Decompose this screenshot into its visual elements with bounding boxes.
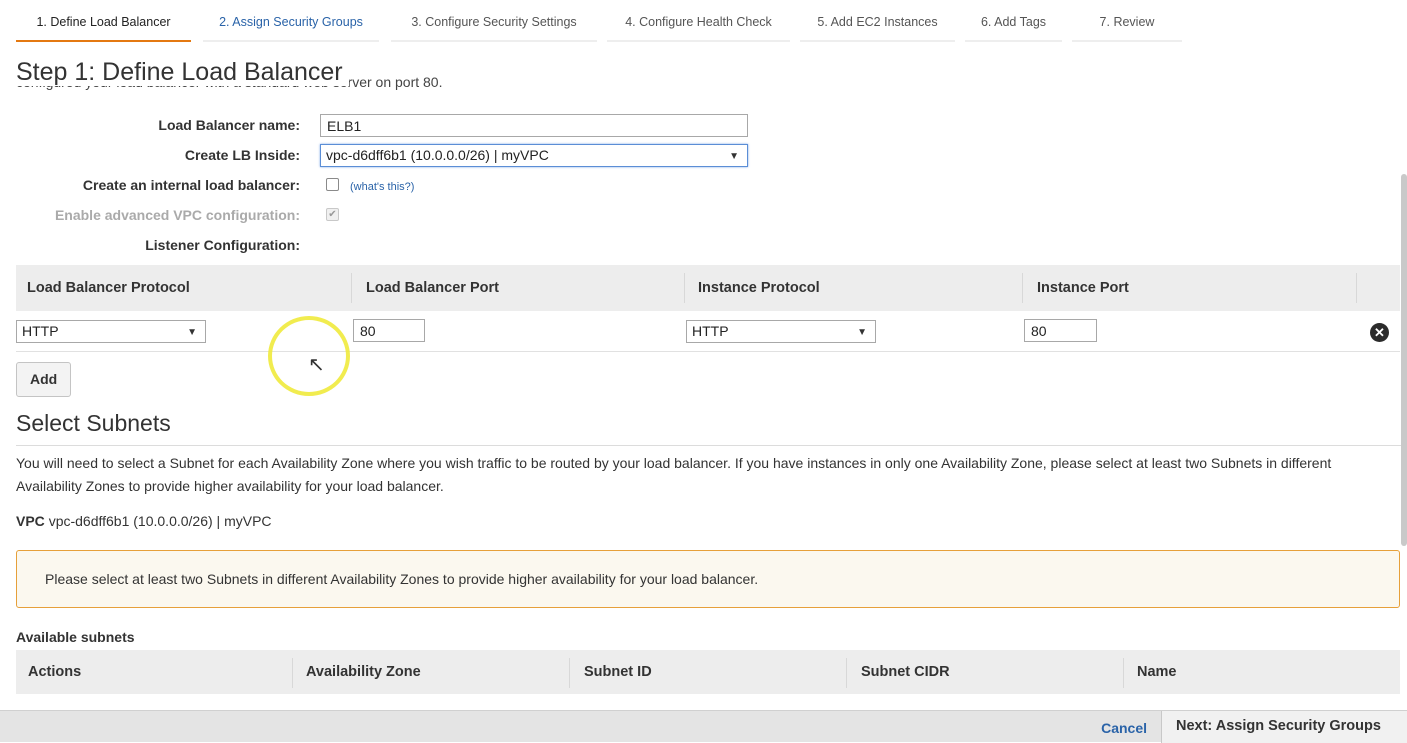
lb-name-label: Load Balancer name: bbox=[158, 117, 300, 133]
close-circle-icon[interactable]: ✕ bbox=[1370, 323, 1389, 342]
col-lb-port: Load Balancer Port bbox=[366, 280, 499, 296]
internal-lb-checkbox[interactable] bbox=[326, 178, 339, 191]
lb-protocol-value: HTTP bbox=[22, 323, 59, 339]
col-instance-protocol: Instance Protocol bbox=[698, 280, 820, 296]
col-lb-protocol: Load Balancer Protocol bbox=[27, 280, 190, 296]
instance-port-input[interactable] bbox=[1024, 319, 1097, 342]
lb-name-input[interactable] bbox=[320, 114, 748, 137]
listener-table-header: Load Balancer Protocol Load Balancer Por… bbox=[16, 265, 1400, 311]
advanced-vpc-checkbox: ✔ bbox=[326, 208, 339, 221]
column-divider bbox=[292, 658, 293, 688]
subnets-description: You will need to select a Subnet for eac… bbox=[16, 455, 1332, 494]
wizard-step-add-tags[interactable]: 6. Add Tags bbox=[965, 0, 1062, 42]
chevron-down-icon: ▼ bbox=[187, 327, 197, 338]
column-divider bbox=[684, 273, 685, 303]
wizard-footer: Cancel Next: Assign Security Groups bbox=[0, 710, 1407, 743]
next-assign-security-groups-button[interactable]: Next: Assign Security Groups bbox=[1161, 711, 1407, 743]
advanced-vpc-label: Enable advanced VPC configuration: bbox=[54, 207, 300, 223]
column-divider bbox=[351, 273, 352, 303]
chevron-down-icon: ▼ bbox=[729, 151, 739, 162]
col-subnet-cidr[interactable]: Subnet CIDR bbox=[861, 650, 950, 694]
subnet-warning-alert: Please select at least two Subnets in di… bbox=[16, 550, 1400, 608]
column-divider bbox=[846, 658, 847, 688]
create-lb-inside-label: Create LB Inside: bbox=[184, 147, 300, 163]
column-divider bbox=[1123, 658, 1124, 688]
col-actions: Actions bbox=[28, 664, 82, 680]
listener-config-label: Listener Configuration: bbox=[145, 237, 300, 253]
vpc-select[interactable]: vpc-d6dff6b1 (10.0.0.0/26) | myVPC ▼ bbox=[320, 144, 748, 167]
internal-lb-label: Create an internal load balancer: bbox=[82, 177, 300, 193]
vpc-info: VPC vpc-d6dff6b1 (10.0.0.0/26) | myVPC bbox=[16, 513, 272, 529]
page-title: Step 1: Define Load Balancer bbox=[16, 58, 349, 86]
select-subnets-title: Select Subnets bbox=[16, 410, 171, 436]
divider bbox=[16, 445, 1407, 446]
col-availability-zone[interactable]: Availability Zone bbox=[306, 650, 421, 694]
wizard-step-assign-security-groups[interactable]: 2. Assign Security Groups bbox=[203, 0, 379, 42]
checkmark-icon: ✔ bbox=[328, 209, 337, 220]
column-divider bbox=[1356, 273, 1357, 303]
lb-port-input[interactable] bbox=[353, 319, 425, 342]
col-subnet-id[interactable]: Subnet ID bbox=[584, 650, 652, 694]
vpc-select-value: vpc-d6dff6b1 (10.0.0.0/26) | myVPC bbox=[326, 147, 549, 163]
vpc-info-label: VPC bbox=[16, 513, 45, 529]
instance-protocol-select[interactable]: HTTP ▼ bbox=[686, 320, 876, 343]
col-name[interactable]: Name bbox=[1137, 650, 1177, 694]
scrollbar[interactable] bbox=[1401, 174, 1407, 546]
wizard-step-add-ec2-instances[interactable]: 5. Add EC2 Instances bbox=[800, 0, 955, 42]
wizard-step-define-load-balancer[interactable]: 1. Define Load Balancer bbox=[16, 0, 191, 42]
instance-protocol-value: HTTP bbox=[692, 323, 729, 339]
cancel-button[interactable]: Cancel bbox=[1101, 720, 1147, 736]
available-subnets-label: Available subnets bbox=[16, 629, 135, 645]
row-divider bbox=[16, 351, 1400, 352]
mouse-pointer-icon: ↖ bbox=[308, 354, 325, 376]
add-listener-button[interactable]: Add bbox=[16, 362, 72, 397]
column-divider bbox=[1022, 273, 1023, 303]
vpc-info-value: vpc-d6dff6b1 (10.0.0.0/26) | myVPC bbox=[48, 513, 272, 529]
subnets-table-header: Actions Availability Zone Subnet ID Subn… bbox=[16, 650, 1400, 694]
chevron-down-icon: ▼ bbox=[857, 327, 867, 338]
wizard-step-configure-security-settings[interactable]: 3. Configure Security Settings bbox=[391, 0, 597, 42]
col-instance-port: Instance Port bbox=[1037, 280, 1129, 296]
whats-this-link[interactable]: (what's this?) bbox=[350, 181, 414, 193]
column-divider bbox=[569, 658, 570, 688]
wizard-step-review[interactable]: 7. Review bbox=[1072, 0, 1182, 42]
wizard-step-configure-health-check[interactable]: 4. Configure Health Check bbox=[607, 0, 790, 42]
lb-protocol-select[interactable]: HTTP ▼ bbox=[16, 320, 206, 343]
wizard-steps: 1. Define Load Balancer 2. Assign Securi… bbox=[0, 0, 1407, 44]
subnet-warning-text: Please select at least two Subnets in di… bbox=[45, 571, 759, 587]
